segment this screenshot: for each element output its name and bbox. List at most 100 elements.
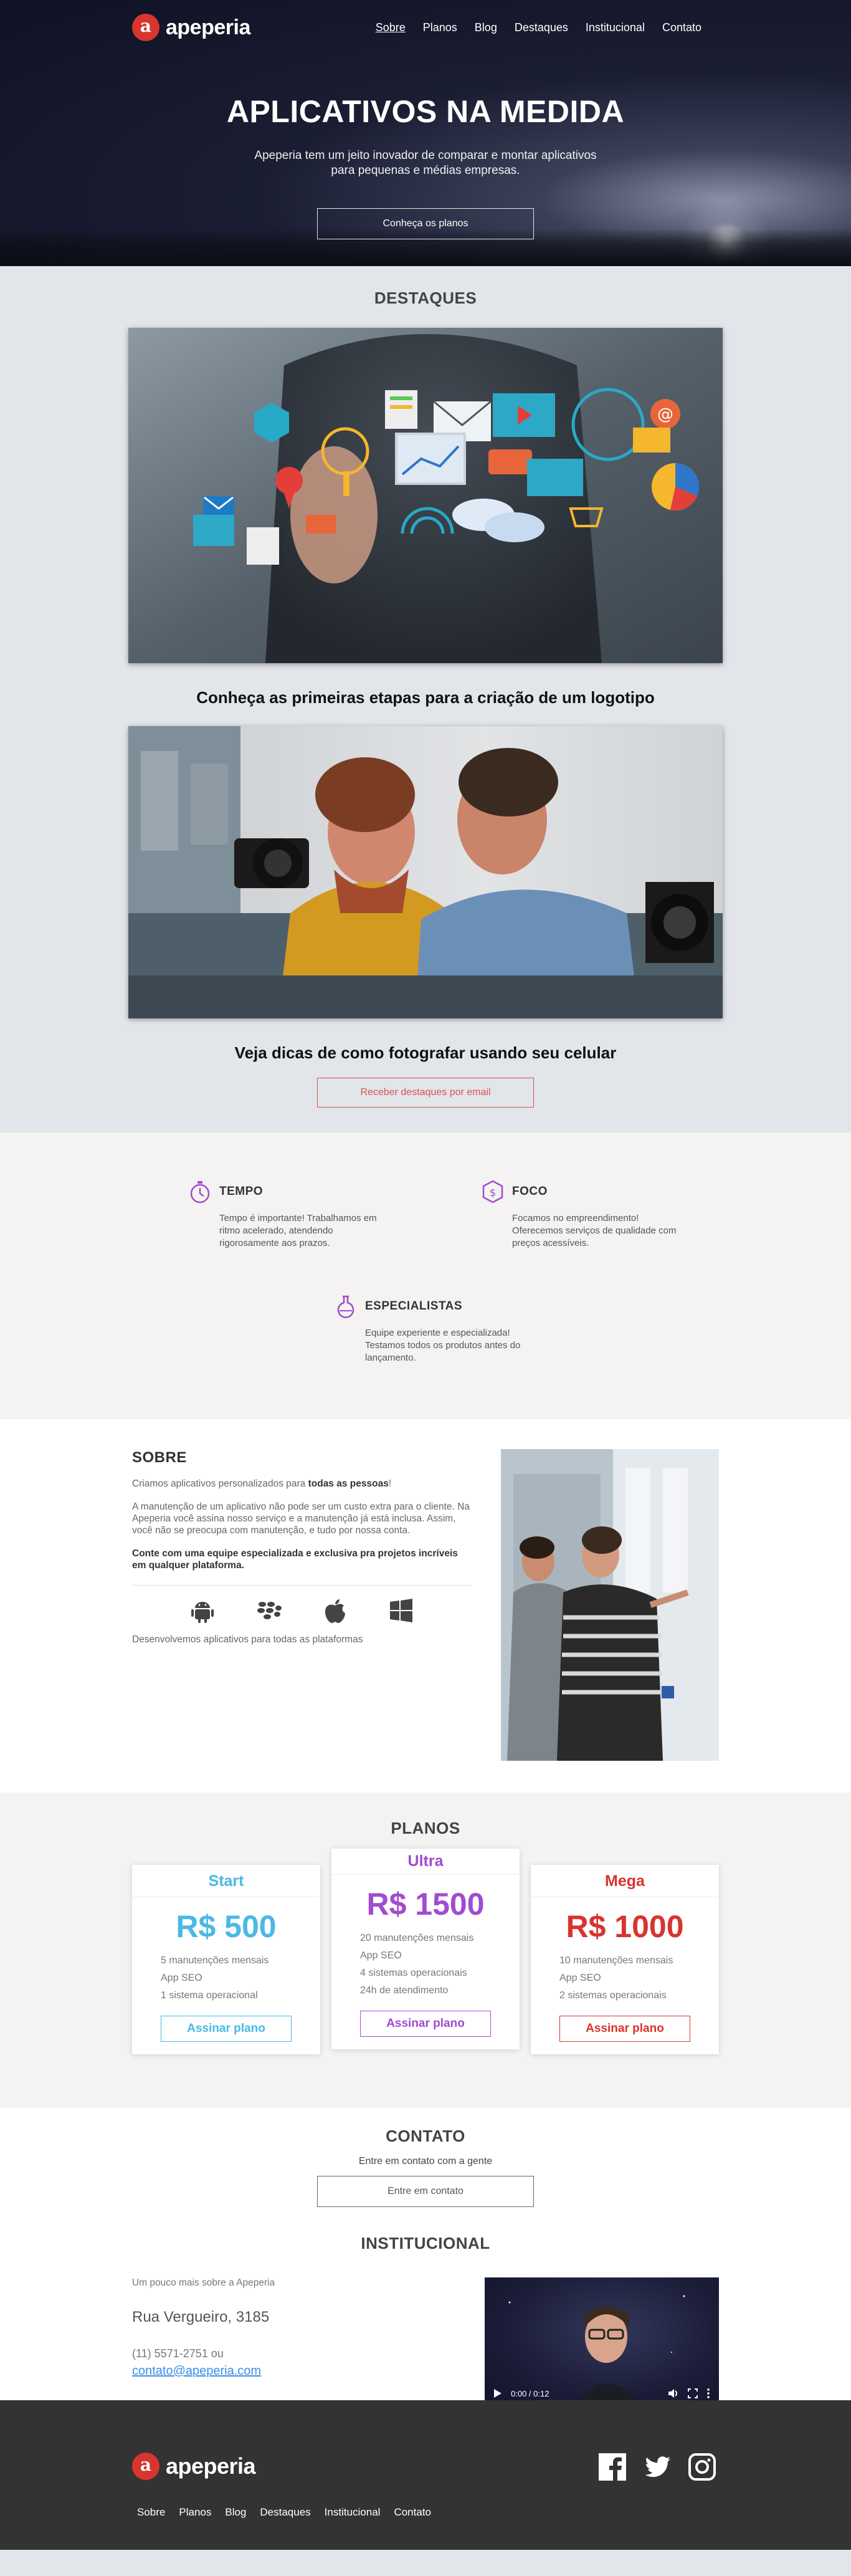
footer-link-institucional[interactable]: Institucional: [325, 2506, 381, 2519]
value-title-especialistas: ESPECIALISTAS: [365, 1300, 463, 1313]
sobre-paragraph-2: A manutenção de um aplicativo não pode s…: [132, 1501, 470, 1536]
stopwatch-icon: [190, 1181, 210, 1204]
hero-subtitle: Apeperia tem um jeito inovador de compar…: [254, 149, 597, 177]
footer-brand-name: apeperia: [166, 2453, 256, 2479]
institucional-phone: (11) 5571-2751 ou: [132, 2347, 224, 2360]
dollar-shield-icon: $: [482, 1180, 503, 1204]
footer-link-blog[interactable]: Blog: [225, 2506, 246, 2519]
plan-feature: App SEO: [559, 1973, 601, 1983]
institucional-video[interactable]: 0:00 / 0:12: [485, 2277, 719, 2410]
android-icon: [191, 1602, 214, 1623]
destaque-image-photo[interactable]: [128, 726, 723, 1018]
institucional-address: Rua Vergueiro, 3185: [132, 2309, 270, 2325]
footer-logo-mark-icon: a: [132, 2453, 159, 2480]
plan-feature: 10 manutenções mensais: [559, 1955, 673, 1966]
plan-feature: App SEO: [161, 1973, 202, 1983]
planos-title: PLANOS: [391, 1819, 460, 1837]
plan-feature: App SEO: [360, 1950, 402, 1961]
footer-link-sobre[interactable]: Sobre: [137, 2506, 165, 2519]
volume-icon[interactable]: [668, 2388, 679, 2398]
twitter-icon[interactable]: [643, 2453, 672, 2481]
plan-feature: 24h de atendimento: [360, 1985, 449, 1996]
destaque-image-logo[interactable]: @: [128, 328, 723, 663]
footer-link-destaques[interactable]: Destaques: [260, 2506, 310, 2519]
plan-name-mega: Mega: [531, 1865, 719, 1897]
plan-price-start: R$ 500: [176, 1909, 277, 1944]
apple-icon: [325, 1599, 345, 1623]
hero-title: APLICATIVOS NA MEDIDA: [226, 94, 625, 129]
destaques-section: DESTAQUES @ Conheça as primeiras etapas …: [0, 266, 851, 1132]
sobre-platforms-caption: Desenvolvemos aplicativos para todas as …: [132, 1634, 363, 1645]
team-whiteboard-photo: [501, 1449, 719, 1761]
sobre-p1-text: Criamos aplicativos personalizados para: [132, 1478, 308, 1489]
sobre-p1-end: !: [388, 1478, 392, 1489]
nav-link-contato[interactable]: Contato: [662, 21, 701, 34]
top-navbar: a apeperia Sobre Planos Blog Destaques I…: [0, 0, 851, 55]
destaques-email-button[interactable]: Receber destaques por email: [317, 1078, 534, 1108]
brand-logo[interactable]: a apeperia: [132, 14, 250, 41]
footer-logo[interactable]: a apeperia: [132, 2453, 256, 2480]
value-text-tempo: Tempo é importante! Trabalhamos em ritmo…: [219, 1213, 377, 1248]
instagram-icon[interactable]: [688, 2453, 716, 2481]
hero-plans-button[interactable]: Conheça os planos: [317, 208, 534, 239]
footer-link-planos[interactable]: Planos: [179, 2506, 211, 2519]
destaque-caption-logo[interactable]: Conheça as primeiras etapas para a criaç…: [0, 688, 851, 707]
plan-subscribe-button-ultra[interactable]: Assinar plano: [360, 2011, 491, 2037]
planos-section: PLANOS Start R$ 500 5 manutenções mensai…: [0, 1793, 851, 2108]
nav-link-planos[interactable]: Planos: [423, 21, 457, 34]
plan-subscribe-button-start[interactable]: Assinar plano: [161, 2016, 292, 2042]
destaques-title: DESTAQUES: [374, 289, 477, 307]
team-photo: [501, 1449, 719, 1761]
brand-name: apeperia: [166, 15, 250, 39]
social-icons: [598, 2453, 716, 2481]
plan-feature: 5 manutenções mensais: [161, 1955, 269, 1966]
plan-card-mega: Mega R$ 1000 10 manutenções mensais App …: [531, 1865, 719, 2054]
plan-price-ultra: R$ 1500: [366, 1887, 485, 1922]
hero-content: APLICATIVOS NA MEDIDA Apeperia tem um je…: [0, 93, 851, 239]
contato-button[interactable]: Entre em contato: [317, 2176, 534, 2207]
blackberry-icon: [257, 1602, 282, 1619]
nav-link-blog[interactable]: Blog: [475, 21, 497, 34]
plan-subscribe-button-mega[interactable]: Assinar plano: [559, 2016, 690, 2042]
value-especialistas: ESPECIALISTAS Equipe experiente e especi…: [334, 1295, 540, 1364]
platform-icons: [132, 1586, 472, 1624]
play-icon[interactable]: [493, 2388, 502, 2398]
value-text-foco: Focamos no empreendimento! Oferecemos se…: [512, 1213, 677, 1248]
institucional-title: INSTITUCIONAL: [361, 2234, 490, 2253]
sobre-paragraph-1: Criamos aplicativos personalizados para …: [132, 1478, 472, 1490]
plan-card-start: Start R$ 500 5 manutenções mensais App S…: [132, 1865, 320, 2054]
destaque-caption-photo[interactable]: Veja dicas de como fotografar usando seu…: [0, 1043, 851, 1063]
institucional-info: Um pouco mais sobre a Apeperia Rua Vergu…: [132, 2277, 275, 2378]
plan-price-mega: R$ 1000: [566, 1909, 684, 1944]
contato-section: CONTATO Entre em contato com a gente Ent…: [0, 2108, 851, 2228]
institucional-email-link[interactable]: contato@apeperia.com: [132, 2364, 261, 2378]
svg-text:@: @: [657, 405, 673, 424]
windows-icon: [389, 1599, 412, 1622]
sobre-paragraph-3: Conte com uma equipe especializada e exc…: [132, 1548, 458, 1571]
nav-link-destaques[interactable]: Destaques: [515, 21, 568, 34]
value-text-especialistas: Equipe experiente e especializada! Testa…: [365, 1328, 521, 1363]
value-title-foco: FOCO: [512, 1185, 548, 1198]
sobre-text: SOBRE Criamos aplicativos personalizados…: [132, 1449, 472, 1645]
value-foco: $ FOCO Focamos no empreendimento! Oferec…: [481, 1180, 687, 1250]
footer-nav: Sobre Planos Blog Destaques Instituciona…: [137, 2506, 431, 2519]
sobre-section: SOBRE Criamos aplicativos personalizados…: [0, 1419, 851, 1793]
nav-links: Sobre Planos Blog Destaques Instituciona…: [376, 21, 701, 34]
plan-card-ultra: Ultra R$ 1500 20 manutenções mensais App…: [331, 1849, 520, 2049]
nav-link-institucional[interactable]: Institucional: [586, 21, 645, 34]
plan-feature: 4 sistemas operacionais: [360, 1968, 467, 1978]
hero-section: a apeperia Sobre Planos Blog Destaques I…: [0, 0, 851, 266]
plan-name-ultra: Ultra: [331, 1849, 520, 1875]
plan-feature: 2 sistemas operacionais: [559, 1990, 667, 2001]
fullscreen-icon[interactable]: [688, 2388, 698, 2398]
logo-mark-icon: a: [132, 14, 159, 41]
site-footer: a apeperia Sobre Planos Blog Destaques I…: [0, 2400, 851, 2550]
svg-text:$: $: [490, 1187, 496, 1199]
institucional-section: INSTITUCIONAL Um pouco mais sobre a Apep…: [0, 2228, 851, 2410]
facebook-icon[interactable]: [598, 2453, 627, 2481]
more-options-icon[interactable]: [706, 2388, 710, 2398]
apps-icons-illustration: @: [128, 328, 723, 663]
nav-link-sobre[interactable]: Sobre: [376, 21, 406, 34]
sobre-p1-bold: todas as pessoas: [308, 1478, 389, 1489]
footer-link-contato[interactable]: Contato: [394, 2506, 431, 2519]
